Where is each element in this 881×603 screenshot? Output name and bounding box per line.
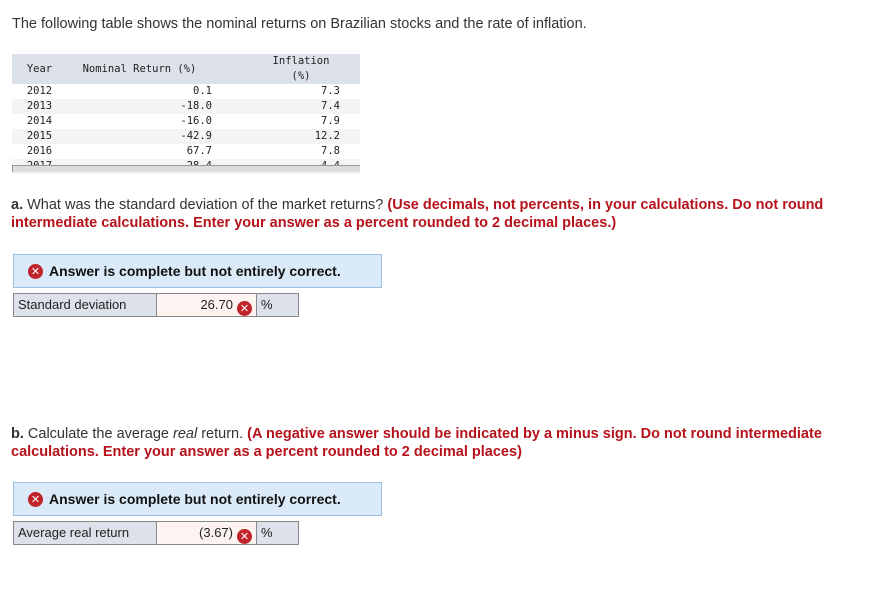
inflation-cell: 7.9 (321, 115, 340, 127)
table-row: 2013 -18.0 7.4 (12, 99, 360, 114)
year-cell: 2016 (26, 145, 53, 157)
status-text: Answer is complete but not entirely corr… (49, 491, 341, 507)
inflation-cell: 7.8 (321, 145, 340, 157)
question-b-text2: return. (197, 426, 248, 442)
question-a-text: What was the standard deviation of the m… (23, 197, 388, 213)
table-row: 2015 -42.9 12.2 (12, 129, 360, 144)
nominal-return-cell: -16.0 (180, 115, 212, 127)
table-scrollbar[interactable] (12, 165, 360, 172)
x-circle-icon: ✕ (28, 491, 43, 507)
answer-status-b: ✕ Answer is complete but not entirely cor… (13, 482, 382, 516)
table-row: 2016 67.7 7.8 (12, 144, 360, 159)
question-b-text: Calculate the average (23, 426, 174, 442)
average-real-return-input[interactable]: (3.67) ✕ (157, 521, 257, 545)
col-inflation: Inflation (%) (272, 55, 330, 82)
answer-value: 26.70 (200, 297, 233, 312)
returns-table: Year Nominal Return (%) Inflation (%) 20… (12, 54, 360, 174)
col-nominal: Nominal Return (%) (82, 62, 197, 75)
question-b-emphasis: real (173, 426, 198, 442)
question-a: a. What was the standard deviation of th… (11, 196, 877, 232)
question-a-prefix: a. (11, 197, 24, 213)
col-year: Year (26, 62, 53, 75)
intro-text: The following table shows the nominal re… (12, 16, 587, 32)
standard-deviation-input[interactable]: 26.70 ✕ (157, 293, 257, 317)
answer-row-b: Average real return (3.67) ✕ % (13, 521, 299, 545)
nominal-return-cell: -42.9 (180, 130, 212, 142)
year-cell: 2015 (26, 130, 53, 142)
answer-label: Standard deviation (13, 293, 157, 317)
nominal-return-cell: 0.1 (193, 85, 212, 97)
nominal-return-cell: -18.0 (180, 100, 212, 112)
x-circle-icon: ✕ (237, 529, 252, 544)
year-cell: 2012 (26, 85, 53, 97)
x-circle-icon: ✕ (237, 301, 252, 316)
answer-status-a: ✕ Answer is complete but not entirely cor… (13, 254, 382, 288)
unit-label: % (257, 293, 299, 317)
status-text: Answer is complete but not entirely corr… (49, 263, 341, 279)
inflation-cell: 7.3 (321, 85, 340, 97)
inflation-cell: 12.2 (314, 130, 340, 142)
answer-row-a: Standard deviation 26.70 ✕ % (13, 293, 299, 317)
answer-label: Average real return (13, 521, 157, 545)
x-circle-icon: ✕ (28, 263, 43, 279)
year-cell: 2014 (26, 115, 53, 127)
year-cell: 2013 (26, 100, 53, 112)
table-row: 2014 -16.0 7.9 (12, 114, 360, 129)
unit-label: % (257, 521, 299, 545)
answer-value: (3.67) (199, 525, 233, 540)
question-b-prefix: b. (11, 426, 24, 442)
nominal-return-cell: 67.7 (186, 145, 212, 157)
table-row: 2012 0.1 7.3 (12, 84, 360, 99)
table-header: Year Nominal Return (%) Inflation (%) (12, 54, 360, 84)
inflation-cell: 7.4 (321, 100, 340, 112)
question-b: b. Calculate the average real return. (A… (11, 425, 877, 461)
